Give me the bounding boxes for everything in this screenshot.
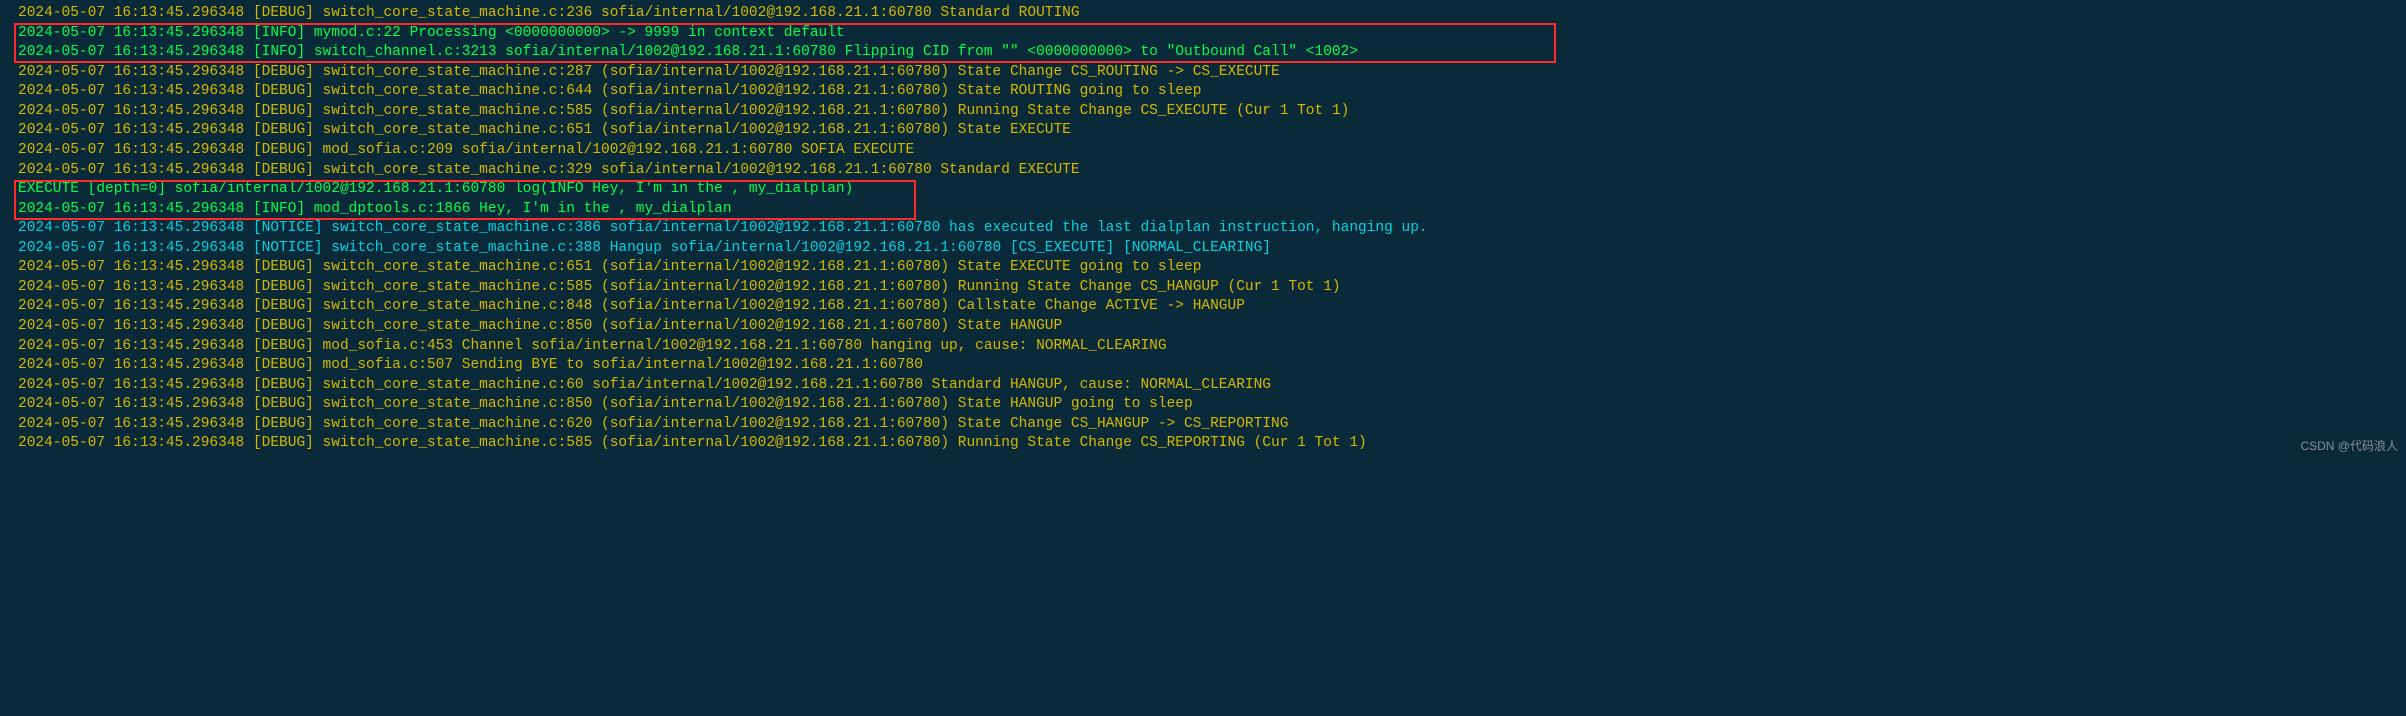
log-line[interactable]: 2024-05-07 16:13:45.296348 [DEBUG] switc… [0, 415, 2406, 435]
log-line[interactable]: 2024-05-07 16:13:45.296348 [DEBUG] switc… [0, 317, 2406, 337]
log-line[interactable]: 2024-05-07 16:13:45.296348 [INFO] mod_dp… [0, 200, 2406, 220]
log-line[interactable]: 2024-05-07 16:13:45.296348 [INFO] switch… [0, 43, 2406, 63]
log-line[interactable]: 2024-05-07 16:13:45.296348 [DEBUG] switc… [0, 395, 2406, 415]
log-line[interactable]: 2024-05-07 16:13:45.296348 [DEBUG] switc… [0, 258, 2406, 278]
log-line[interactable]: 2024-05-07 16:13:45.296348 [DEBUG] switc… [0, 82, 2406, 102]
log-line[interactable]: 2024-05-07 16:13:45.296348 [NOTICE] swit… [0, 219, 2406, 239]
log-line[interactable]: 2024-05-07 16:13:45.296348 [DEBUG] switc… [0, 297, 2406, 317]
log-line[interactable]: 2024-05-07 16:13:45.296348 [DEBUG] switc… [0, 376, 2406, 396]
log-line[interactable]: 2024-05-07 16:13:45.296348 [DEBUG] switc… [0, 102, 2406, 122]
log-line[interactable]: 2024-05-07 16:13:45.296348 [NOTICE] swit… [0, 239, 2406, 259]
log-line[interactable]: 2024-05-07 16:13:45.296348 [DEBUG] mod_s… [0, 141, 2406, 161]
log-line[interactable]: 2024-05-07 16:13:45.296348 [DEBUG] switc… [0, 63, 2406, 83]
log-line[interactable]: 2024-05-07 16:13:45.296348 [DEBUG] switc… [0, 278, 2406, 298]
log-output[interactable]: 2024-05-07 16:13:45.296348 [DEBUG] switc… [0, 4, 2406, 454]
log-line[interactable]: 2024-05-07 16:13:45.296348 [DEBUG] switc… [0, 161, 2406, 181]
log-line[interactable]: 2024-05-07 16:13:45.296348 [DEBUG] switc… [0, 434, 2406, 454]
watermark: CSDN @代码浪人 [2300, 438, 2398, 454]
log-line[interactable]: 2024-05-07 16:13:45.296348 [DEBUG] switc… [0, 4, 2406, 24]
log-line[interactable]: EXECUTE [depth=0] sofia/internal/1002@19… [0, 180, 2406, 200]
log-line[interactable]: 2024-05-07 16:13:45.296348 [DEBUG] switc… [0, 121, 2406, 141]
log-line[interactable]: 2024-05-07 16:13:45.296348 [INFO] mymod.… [0, 24, 2406, 44]
log-line[interactable]: 2024-05-07 16:13:45.296348 [DEBUG] mod_s… [0, 337, 2406, 357]
log-line[interactable]: 2024-05-07 16:13:45.296348 [DEBUG] mod_s… [0, 356, 2406, 376]
